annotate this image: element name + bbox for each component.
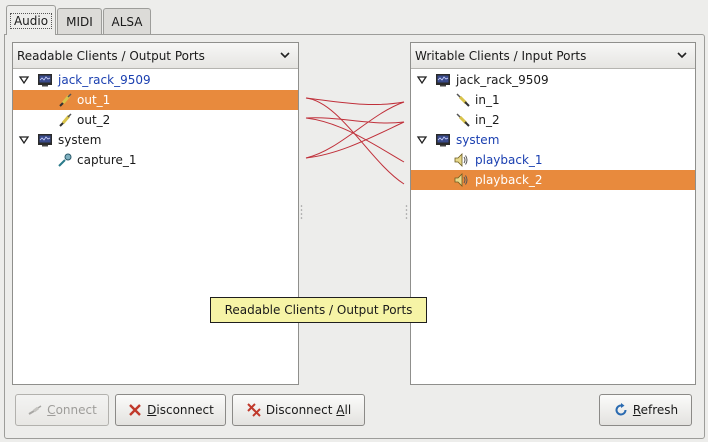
expander-open-icon[interactable] [18, 134, 30, 146]
writable-client-row[interactable]: system [411, 130, 695, 150]
connect-icon [28, 405, 42, 415]
writable-port-row[interactable]: in_1 [411, 90, 695, 110]
expander-open-icon[interactable] [416, 74, 428, 86]
client-monitor-icon [436, 134, 450, 147]
writable-port-row-selected[interactable]: playback_2 [411, 170, 695, 190]
readable-client-row[interactable]: system [13, 130, 298, 150]
writable-clients-panel[interactable]: Writable Clients / Input Ports jack_rack… [410, 42, 696, 385]
writable-port-name: in_1 [475, 93, 500, 107]
readable-port-row[interactable]: capture_1 [13, 150, 298, 170]
client-monitor-icon [38, 134, 52, 147]
connection-lines [305, 97, 405, 185]
connection-line [305, 101, 405, 159]
speaker-icon [454, 153, 468, 167]
writable-port-name: playback_2 [475, 173, 543, 187]
writable-client-row[interactable]: jack_rack_9509 [411, 70, 695, 90]
client-monitor-icon [436, 74, 450, 87]
writable-port-name: in_2 [475, 113, 500, 127]
readable-panel-header[interactable]: Readable Clients / Output Ports [13, 43, 298, 69]
readable-client-name: system [58, 133, 102, 147]
readable-clients-panel[interactable]: Readable Clients / Output Ports jack_rac… [12, 42, 299, 385]
writable-client-name: system [456, 133, 500, 147]
disconnect-all-icon [247, 403, 261, 417]
tab-alsa[interactable]: ALSA [103, 8, 151, 34]
chevron-down-icon[interactable] [278, 48, 292, 62]
readable-port-name: out_1 [77, 93, 111, 107]
tab-audio[interactable]: Audio [6, 5, 56, 35]
tab-alsa-label: ALSA [111, 14, 143, 29]
writable-port-row[interactable]: playback_1 [411, 150, 695, 170]
jack-plug-icon [59, 93, 72, 107]
connect-label: Connect [47, 403, 97, 417]
readable-header-label: Readable Clients / Output Ports [17, 48, 205, 63]
tab-midi[interactable]: MIDI [57, 8, 102, 34]
readable-port-name: out_2 [77, 113, 111, 127]
jack-plug-icon [456, 113, 470, 127]
speaker-icon [454, 173, 468, 187]
qjackctl-connections-window: Audio MIDI ALSA Readable Clients / Outpu… [0, 0, 708, 442]
jack-plug-icon [456, 93, 470, 107]
tooltip-text: Readable Clients / Output Ports [224, 303, 413, 317]
readable-port-row[interactable]: out_2 [13, 110, 298, 130]
expander-open-icon[interactable] [416, 134, 428, 146]
tab-midi-label: MIDI [66, 14, 93, 29]
writable-port-name: playback_1 [475, 153, 543, 167]
writable-client-name: jack_rack_9509 [456, 73, 549, 87]
microphone-icon [58, 153, 72, 167]
readable-port-name: capture_1 [77, 153, 137, 167]
tooltip: Readable Clients / Output Ports [210, 297, 427, 323]
disconnect-all-button[interactable]: Disconnect All [232, 394, 365, 426]
disconnect-all-label: Disconnect All [265, 403, 352, 417]
refresh-label: Refresh [632, 403, 679, 417]
refresh-icon [615, 403, 627, 416]
connection-line [305, 97, 405, 185]
writable-port-row[interactable]: in_2 [411, 110, 695, 130]
tab-audio-label: Audio [9, 12, 53, 29]
splitter-grip-right[interactable] [405, 204, 408, 220]
readable-client-name: jack_rack_9509 [58, 73, 151, 87]
jack-plug-icon [59, 113, 72, 127]
writable-panel-header[interactable]: Writable Clients / Input Ports [411, 43, 695, 69]
refresh-button[interactable]: Refresh [599, 394, 692, 426]
connections-area[interactable] [300, 42, 410, 385]
readable-port-row-selected[interactable]: out_1 [13, 90, 298, 110]
disconnect-icon [129, 404, 142, 416]
readable-client-row[interactable]: jack_rack_9509 [13, 70, 298, 90]
connect-button[interactable]: Connect [15, 394, 109, 426]
writable-header-label: Writable Clients / Input Ports [415, 48, 587, 63]
splitter-grip-left[interactable] [300, 204, 303, 220]
chevron-down-icon[interactable] [675, 48, 689, 62]
expander-open-icon[interactable] [18, 74, 30, 86]
disconnect-button[interactable]: Disconnect [115, 394, 226, 426]
client-monitor-icon [38, 74, 52, 87]
disconnect-label: Disconnect [147, 403, 214, 417]
